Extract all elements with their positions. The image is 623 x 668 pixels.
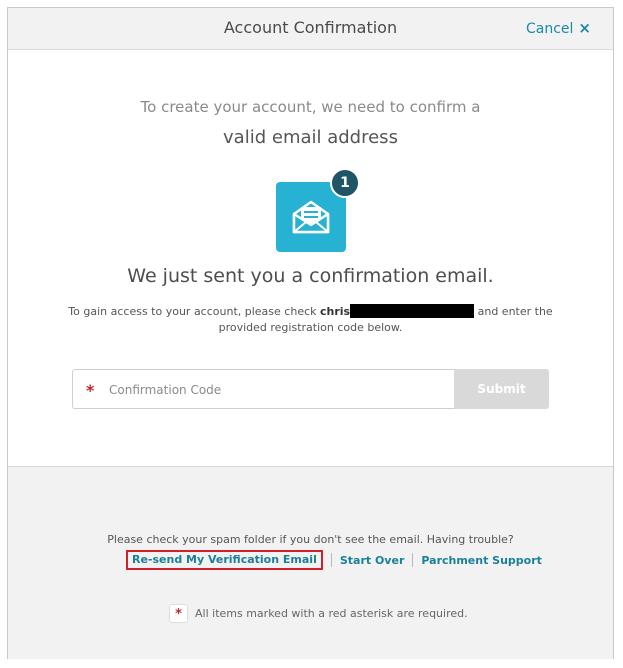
instructions-before: To gain access to your account, please c… [68,305,320,318]
start-over-link[interactable]: Start Over [340,554,405,567]
cancel-button[interactable]: Cancel × [526,19,591,37]
dialog-header: Account Confirmation Cancel × [8,8,613,50]
account-confirmation-dialog: Account Confirmation Cancel × To create y… [7,7,614,659]
cancel-label: Cancel [525,21,574,37]
required-note: * All items marked with a red asterisk a… [169,604,468,623]
resend-verification-link[interactable]: Re-send My Verification Email [126,550,323,570]
help-links: Re-send My Verification Email Start Over… [126,550,542,570]
confirmation-code-input[interactable] [107,378,441,402]
required-asterisk: * [86,381,95,400]
confirmation-code-field: * [72,369,454,409]
intro-text: To create your account, we need to confi… [140,98,481,116]
redacted-email [350,304,475,318]
dialog-body: To create your account, we need to confi… [8,49,613,466]
sent-heading: We just sent you a confirmation email. [127,265,494,287]
spam-help-text: Please check your spam folder if you don… [107,533,514,546]
dialog-footer: Please check your spam folder if you don… [8,466,613,659]
open-envelope-icon [292,200,330,234]
link-divider [412,553,414,567]
notification-badge: 1 [330,168,360,198]
submit-button[interactable]: Submit [454,369,549,409]
email-address: chris [320,305,351,318]
close-icon: × [578,19,591,37]
intro-emphasis: valid email address [223,127,398,148]
required-note-text: All items marked with a red asterisk are… [195,607,468,620]
parchment-support-link[interactable]: Parchment Support [421,554,542,567]
dialog-title: Account Confirmation [223,18,398,37]
link-divider [330,553,332,567]
required-asterisk-box: * [169,604,188,623]
instructions-text: To gain access to your account, please c… [68,304,553,336]
